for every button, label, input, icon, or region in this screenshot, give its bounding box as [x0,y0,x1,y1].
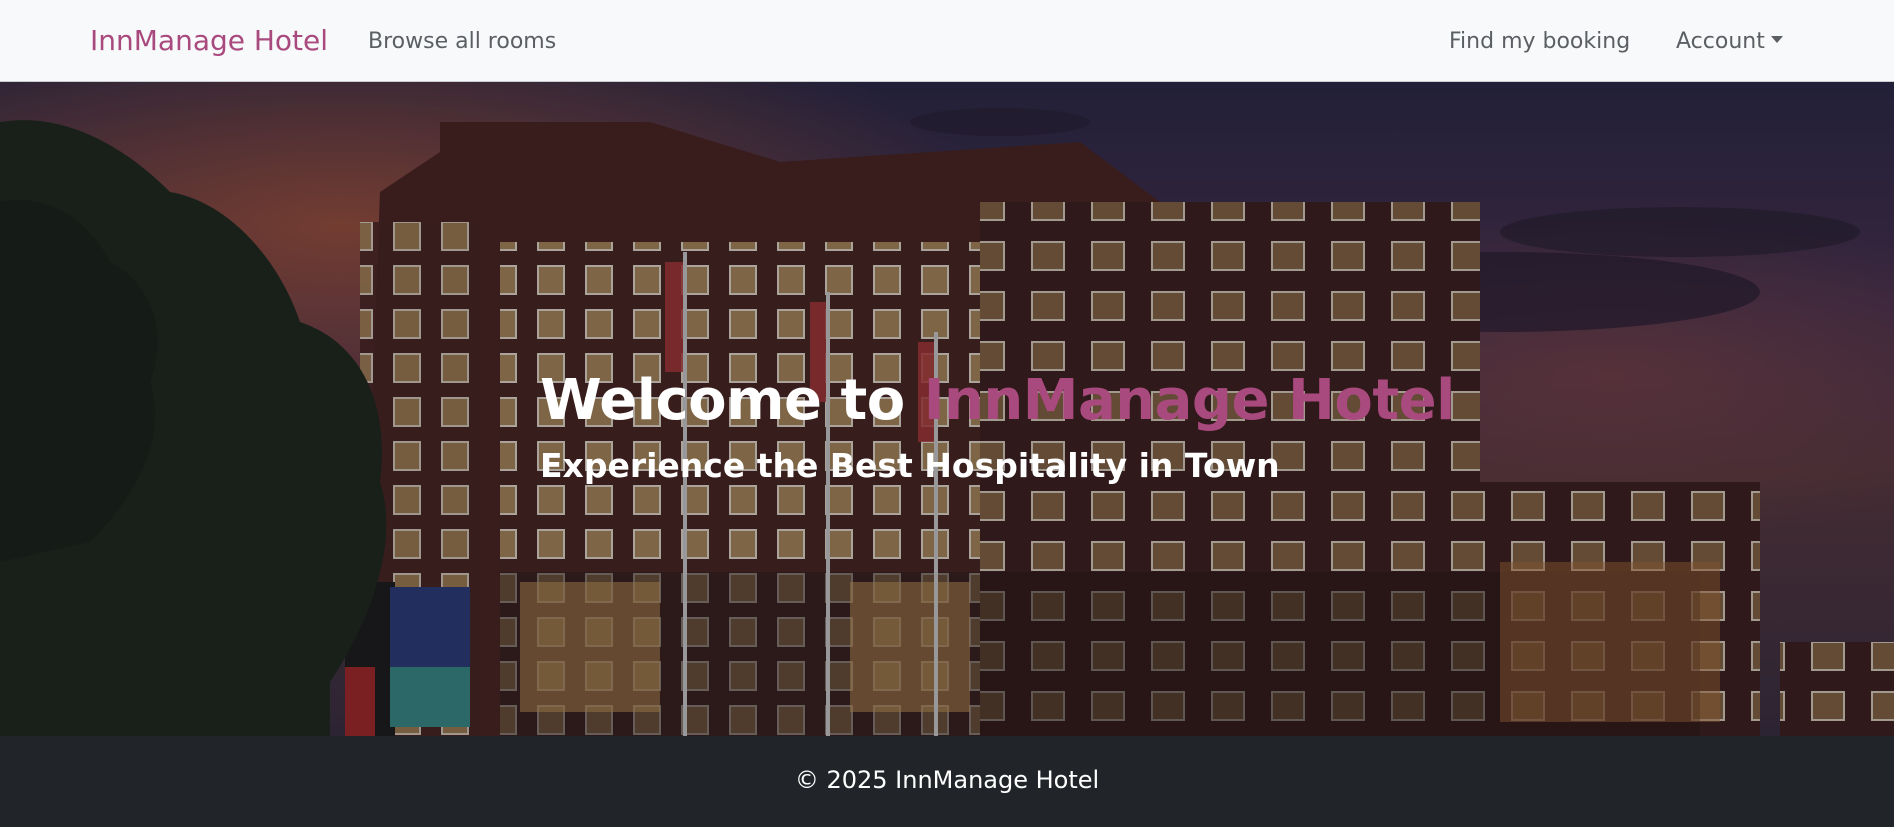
hero-title-prefix: Welcome to [540,368,924,433]
account-dropdown-toggle[interactable]: Account [1676,29,1783,54]
hero-banner: Welcome to InnManage Hotel Experience th… [0,82,1894,736]
hero-title: Welcome to InnManage Hotel [540,368,1455,433]
hero-title-brand: InnManage Hotel [923,368,1456,433]
account-label: Account [1676,29,1765,54]
hero-subtitle: Experience the Best Hospitality in Town [540,446,1280,485]
footer-copyright: © 2025 InnManage Hotel [794,766,1100,794]
top-navbar: InnManage Hotel Browse all rooms Find my… [0,0,1894,82]
caret-down-icon [1770,35,1783,43]
nav-find-booking-link[interactable]: Find my booking [1449,29,1630,54]
page-footer: © 2025 InnManage Hotel [0,736,1894,827]
nav-browse-rooms-link[interactable]: Browse all rooms [368,29,556,54]
brand-link[interactable]: InnManage Hotel [90,24,328,57]
